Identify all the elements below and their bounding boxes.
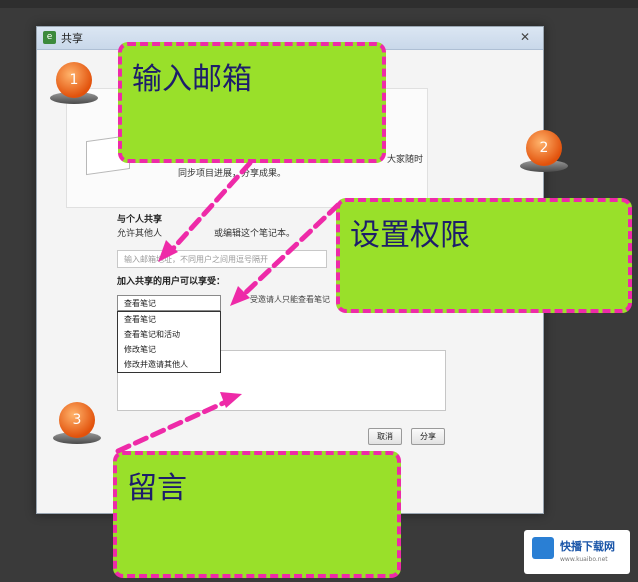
- cube-logo-icon: [532, 537, 554, 559]
- watermark-url: www.kuaibo.net: [560, 556, 608, 563]
- badge-number: 2: [526, 130, 562, 166]
- arrow-to-email: [167, 160, 253, 255]
- step-badge-3: 3: [53, 402, 101, 446]
- arrow-to-permission: [237, 202, 341, 301]
- site-watermark: 快播下载网 www.kuaibo.net: [524, 530, 630, 574]
- step-badge-1: 1: [50, 62, 98, 106]
- watermark-name: 快播下载网: [560, 540, 615, 553]
- step-badge-2: 2: [520, 130, 568, 174]
- badge-number: 3: [59, 402, 95, 438]
- arrow-head-email: [158, 240, 178, 262]
- badge-number: 1: [56, 62, 92, 98]
- arrow-to-message: [115, 397, 233, 454]
